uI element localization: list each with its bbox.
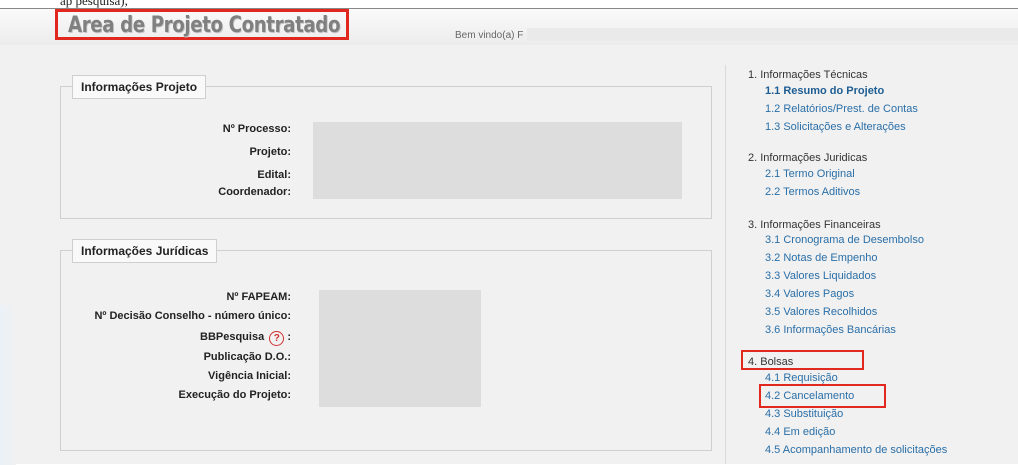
nav-requisicao[interactable]: 4.1 Requisição	[765, 372, 838, 384]
nav-valores-recolhidos[interactable]: 3.5 Valores Recolhidos	[765, 306, 877, 318]
section-title-bolsas: 4. Bolsas	[748, 356, 794, 368]
label-publicacao: Publicação D.O.:	[203, 351, 291, 363]
title-highlight-box: Area de Projeto Contratado	[55, 9, 349, 40]
section-title-tecnicas: 1. Informações Técnicas	[748, 69, 868, 81]
label-decisao: Nº Decisão Conselho - número único:	[94, 310, 291, 322]
nav-termos-aditivos[interactable]: 2.2 Termos Aditivos	[765, 186, 860, 198]
section-title-financeiras: 3. Informações Financeiras	[748, 219, 881, 231]
nav-valores-pagos[interactable]: 3.4 Valores Pagos	[765, 288, 854, 300]
nav-acompanhamento[interactable]: 4.5 Acompanhamento de solicitações	[765, 444, 947, 456]
label-bbpesquisa-row: BBPesquisa ? :	[200, 331, 291, 346]
nav-cronograma[interactable]: 3.1 Cronograma de Desembolso	[765, 234, 924, 246]
nav-info-bancarias[interactable]: 3.6 Informações Bancárias	[765, 324, 896, 336]
label-fapeam: Nº FAPEAM:	[226, 291, 291, 303]
redacted-username	[527, 28, 1018, 41]
label-vigencia: Vigência Inicial:	[208, 370, 291, 382]
top-strip: ap pesquisa),	[0, 0, 1018, 9]
nav-notas-empenho[interactable]: 3.2 Notas de Empenho	[765, 252, 878, 264]
nav-substituicao[interactable]: 4.3 Substituição	[765, 408, 843, 420]
project-info-panel: Informações Projeto Nº Processo: Projeto…	[60, 75, 712, 219]
nav-valores-liquidados[interactable]: 3.3 Valores Liquidados	[765, 270, 876, 282]
nav-em-edicao[interactable]: 4.4 Em edição	[765, 426, 835, 438]
welcome-text: Bem vindo(a) F	[455, 30, 524, 41]
nav-relatorios[interactable]: 1.2 Relatórios/Prest. de Contas	[765, 103, 918, 115]
page-title: Area de Projeto Contratado	[68, 13, 341, 38]
left-edge-shade	[0, 305, 16, 465]
label-execucao: Execução do Projeto:	[178, 389, 291, 401]
label-processo: Nº Processo:	[222, 123, 291, 135]
section-title-juridicas: 2. Informações Juridicas	[748, 152, 868, 164]
legal-values-redacted	[319, 290, 481, 407]
help-icon[interactable]: ?	[269, 331, 285, 346]
project-info-legend: Informações Projeto	[72, 75, 207, 99]
label-bbpesquisa-colon: :	[287, 331, 291, 343]
page-header: Area de Projeto Contratado Bem vindo(a) …	[0, 9, 1018, 45]
label-projeto: Projeto:	[249, 146, 291, 158]
label-edital: Edital:	[257, 169, 291, 181]
legal-info-legend: Informações Jurídicas	[72, 239, 218, 263]
legal-info-panel: Informações Jurídicas Nº FAPEAM: Nº Deci…	[60, 239, 712, 451]
nav-cancelamento[interactable]: 4.2 Cancelamento	[765, 390, 854, 402]
nav-solicitacoes[interactable]: 1.3 Solicitações e Alterações	[765, 121, 906, 133]
nav-termo-original[interactable]: 2.1 Termo Original	[765, 168, 855, 180]
project-values-redacted	[313, 122, 682, 199]
label-bbpesquisa: BBPesquisa	[200, 331, 265, 343]
label-coordenador: Coordenador:	[218, 186, 291, 198]
sidebar-nav: 1. Informações Técnicas 1.1 Resumo do Pr…	[725, 65, 1018, 464]
nav-resumo-projeto[interactable]: 1.1 Resumo do Projeto	[765, 85, 884, 97]
main-content: Informações Projeto Nº Processo: Projeto…	[0, 45, 1018, 465]
